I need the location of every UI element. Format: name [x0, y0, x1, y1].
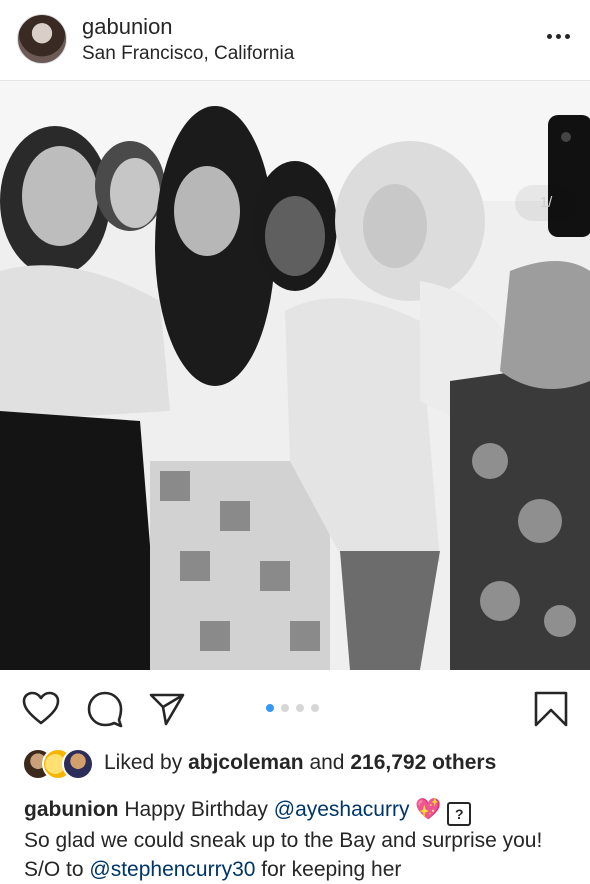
mention-link[interactable]: @ayeshacurry [274, 798, 410, 821]
carousel-dot [311, 704, 319, 712]
likes-count[interactable]: 216,792 others [350, 751, 496, 774]
liker-avatar[interactable] [62, 748, 94, 780]
caption-text: Happy Birthday [124, 798, 268, 821]
avatar[interactable] [17, 14, 67, 64]
post-location[interactable]: San Francisco, California [82, 43, 294, 65]
liker-username[interactable]: abjcoleman [188, 751, 304, 774]
photo-illustration [0, 81, 590, 670]
carousel-dots [266, 704, 319, 712]
more-options-icon[interactable] [547, 34, 570, 39]
comment-icon[interactable] [86, 690, 124, 728]
carousel-dot [281, 704, 289, 712]
paper-plane-icon[interactable] [148, 690, 186, 728]
post-caption: gabunion Happy Birthday @ayeshacurry 💖 ?… [24, 795, 574, 884]
liker-avatars[interactable] [22, 748, 94, 780]
unknown-glyph-icon: ? [447, 802, 472, 826]
likes-summary[interactable]: Liked by abjcoleman and 216,792 others [104, 751, 496, 775]
carousel-dot-active [266, 704, 274, 712]
carousel-dot [296, 704, 304, 712]
post-photo[interactable]: 1/ [0, 81, 590, 670]
carousel-counter: 1/ [515, 185, 577, 221]
caption-text: for keeping her [261, 858, 402, 881]
likes-prefix: Liked by [104, 751, 183, 774]
mention-link[interactable]: @stephencurry30 [89, 858, 255, 881]
bookmark-icon[interactable] [532, 690, 570, 728]
post-header: gabunion San Francisco, California [0, 0, 590, 81]
likes-middle: and [309, 751, 345, 774]
post-username[interactable]: gabunion [82, 14, 173, 40]
heart-emoji-icon: 💖 [415, 798, 442, 821]
heart-icon[interactable] [22, 690, 60, 728]
caption-username[interactable]: gabunion [24, 798, 118, 821]
